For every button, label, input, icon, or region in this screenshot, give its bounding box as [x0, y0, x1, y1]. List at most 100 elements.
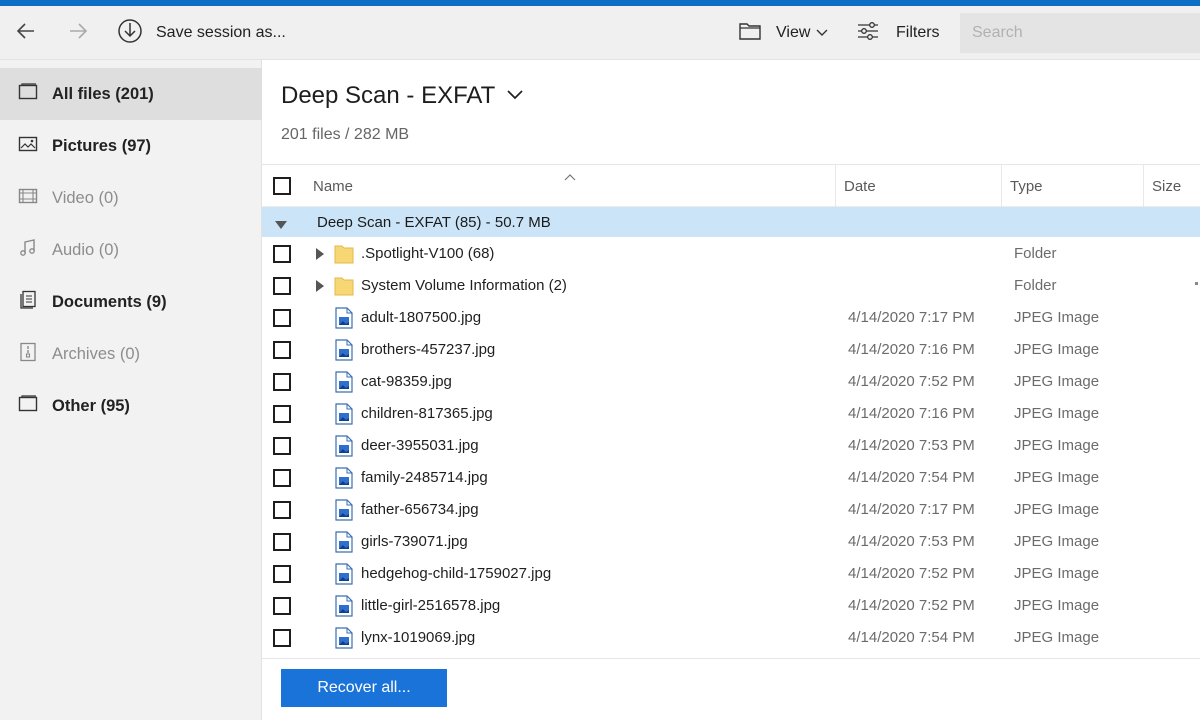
row-checkbox[interactable] [273, 341, 291, 359]
jpeg-file-icon [334, 531, 354, 558]
file-row[interactable]: hedgehog-child-1759027.jpg 4/14/2020 7:52… [262, 558, 1200, 590]
scrollbar-indicator[interactable] [1195, 282, 1198, 285]
file-name: brothers-457237.jpg [361, 341, 496, 358]
filters-button[interactable]: Filters [856, 6, 940, 60]
sidebar-item-video[interactable]: Video (0) [0, 172, 262, 224]
file-type: JPEG Image [1014, 469, 1100, 486]
row-checkbox[interactable] [273, 469, 291, 487]
sidebar-item-label: Video (0) [52, 188, 119, 207]
file-date: 4/14/2020 7:17 PM [848, 309, 975, 326]
file-date: 4/14/2020 7:17 PM [848, 501, 975, 518]
group-row[interactable]: Deep Scan - EXFAT (85) - 50.7 MB [262, 207, 1200, 237]
jpeg-file-icon [334, 595, 354, 622]
column-header-size[interactable]: Size [1144, 165, 1200, 208]
sidebar-item-label: Documents (9) [52, 292, 167, 311]
folder-icon [334, 243, 354, 270]
sidebar-item-audio[interactable]: Audio (0) [0, 224, 262, 276]
column-label: Type [1010, 178, 1043, 195]
file-row[interactable]: father-656734.jpg 4/14/2020 7:17 PM JPEG I… [262, 494, 1200, 526]
row-checkbox[interactable] [273, 245, 291, 263]
file-date: 4/14/2020 7:16 PM [848, 341, 975, 358]
forward-button[interactable] [60, 6, 96, 60]
file-name: hedgehog-child-1759027.jpg [361, 565, 552, 582]
select-all-checkbox[interactable] [273, 177, 291, 195]
file-name: family-2485714.jpg [361, 469, 488, 486]
jpeg-file-icon [334, 435, 354, 462]
file-date: 4/14/2020 7:54 PM [848, 469, 975, 486]
scan-title-dropdown[interactable]: Deep Scan - EXFAT [281, 82, 523, 110]
file-row[interactable]: little-girl-2516578.jpg 4/14/2020 7:52 PM… [262, 590, 1200, 622]
folder-row[interactable]: .Spotlight-V100 (68) Folder [262, 238, 1200, 270]
sliders-icon [856, 21, 880, 46]
file-row[interactable]: girls-739071.jpg 4/14/2020 7:53 PM JPEG Im… [262, 526, 1200, 558]
expand-arrow-icon[interactable] [315, 247, 325, 266]
collapse-triangle-icon [274, 217, 288, 235]
jpeg-file-icon [334, 403, 354, 430]
expand-arrow-icon[interactable] [315, 279, 325, 298]
row-checkbox[interactable] [273, 309, 291, 327]
arrow-right-icon [67, 20, 89, 47]
file-row[interactable]: children-817365.jpg 4/14/2020 7:16 PM JPEG… [262, 398, 1200, 430]
save-session-button[interactable]: Save session as... [116, 6, 286, 60]
file-type: JPEG Image [1014, 341, 1100, 358]
chevron-down-icon [507, 87, 523, 105]
file-date: 4/14/2020 7:52 PM [848, 373, 975, 390]
file-type: JPEG Image [1014, 565, 1100, 582]
file-name: .Spotlight-V100 (68) [361, 245, 495, 262]
arrow-left-icon [15, 20, 37, 47]
file-row[interactable]: lynx-1019069.jpg 4/14/2020 7:54 PM JPEG Im… [262, 622, 1200, 654]
file-name: System Volume Information (2) [361, 277, 567, 294]
sort-ascending-icon [564, 168, 576, 186]
main-panel: Deep Scan - EXFAT 201 files / 282 MB Nam… [262, 60, 1200, 720]
back-button[interactable] [8, 6, 44, 60]
row-checkbox[interactable] [273, 373, 291, 391]
filters-label: Filters [896, 24, 940, 41]
sidebar-item-all-files[interactable]: All files (201) [0, 68, 262, 120]
column-header-type[interactable]: Type [1002, 165, 1144, 208]
archives-icon [18, 342, 38, 367]
file-name: father-656734.jpg [361, 501, 479, 518]
file-name: adult-1807500.jpg [361, 309, 482, 326]
file-row[interactable]: deer-3955031.jpg 4/14/2020 7:53 PM JPEG Im… [262, 430, 1200, 462]
sidebar-item-documents[interactable]: Documents (9) [0, 276, 262, 328]
sidebar-item-pictures[interactable]: Pictures (97) [0, 120, 262, 172]
search-input[interactable] [960, 13, 1200, 53]
page-title: Deep Scan - EXFAT [281, 82, 496, 109]
file-date: 4/14/2020 7:52 PM [848, 597, 975, 614]
file-type: JPEG Image [1014, 629, 1100, 646]
file-date: 4/14/2020 7:54 PM [848, 629, 975, 646]
row-checkbox[interactable] [273, 597, 291, 615]
jpeg-file-icon [334, 499, 354, 526]
column-header-date[interactable]: Date [836, 165, 1002, 208]
sidebar-item-label: All files (201) [52, 84, 154, 103]
file-type: JPEG Image [1014, 373, 1100, 390]
view-menu-button[interactable]: View [738, 6, 828, 60]
file-name: little-girl-2516578.jpg [361, 597, 501, 614]
sidebar-item-label: Audio (0) [52, 240, 119, 259]
sidebar-item-other[interactable]: Other (95) [0, 380, 262, 432]
jpeg-file-icon [334, 307, 354, 334]
row-checkbox[interactable] [273, 533, 291, 551]
file-row[interactable]: adult-1807500.jpg 4/14/2020 7:17 PM JPEG I… [262, 302, 1200, 334]
all-files-icon [18, 82, 38, 106]
column-label: Size [1152, 178, 1182, 195]
table-header: Name Date Type Size [262, 164, 1200, 208]
row-checkbox[interactable] [273, 437, 291, 455]
file-name: lynx-1019069.jpg [361, 629, 476, 646]
row-checkbox[interactable] [273, 629, 291, 647]
pictures-icon [18, 135, 38, 158]
sidebar-item-archives[interactable]: Archives (0) [0, 328, 262, 380]
row-checkbox[interactable] [273, 565, 291, 583]
video-icon [18, 187, 38, 210]
folder-row[interactable]: System Volume Information (2) Folder [262, 270, 1200, 302]
jpeg-file-icon [334, 563, 354, 590]
recover-all-button[interactable]: Recover all... [281, 669, 447, 707]
chevron-down-icon [816, 24, 828, 42]
file-row[interactable]: brothers-457237.jpg 4/14/2020 7:16 PM JPEG… [262, 334, 1200, 366]
file-row[interactable]: cat-98359.jpg 4/14/2020 7:52 PM JPEG Image [262, 366, 1200, 398]
row-checkbox[interactable] [273, 501, 291, 519]
file-row[interactable]: family-2485714.jpg 4/14/2020 7:54 PM JPEG … [262, 462, 1200, 494]
jpeg-file-icon [334, 371, 354, 398]
row-checkbox[interactable] [273, 277, 291, 295]
row-checkbox[interactable] [273, 405, 291, 423]
